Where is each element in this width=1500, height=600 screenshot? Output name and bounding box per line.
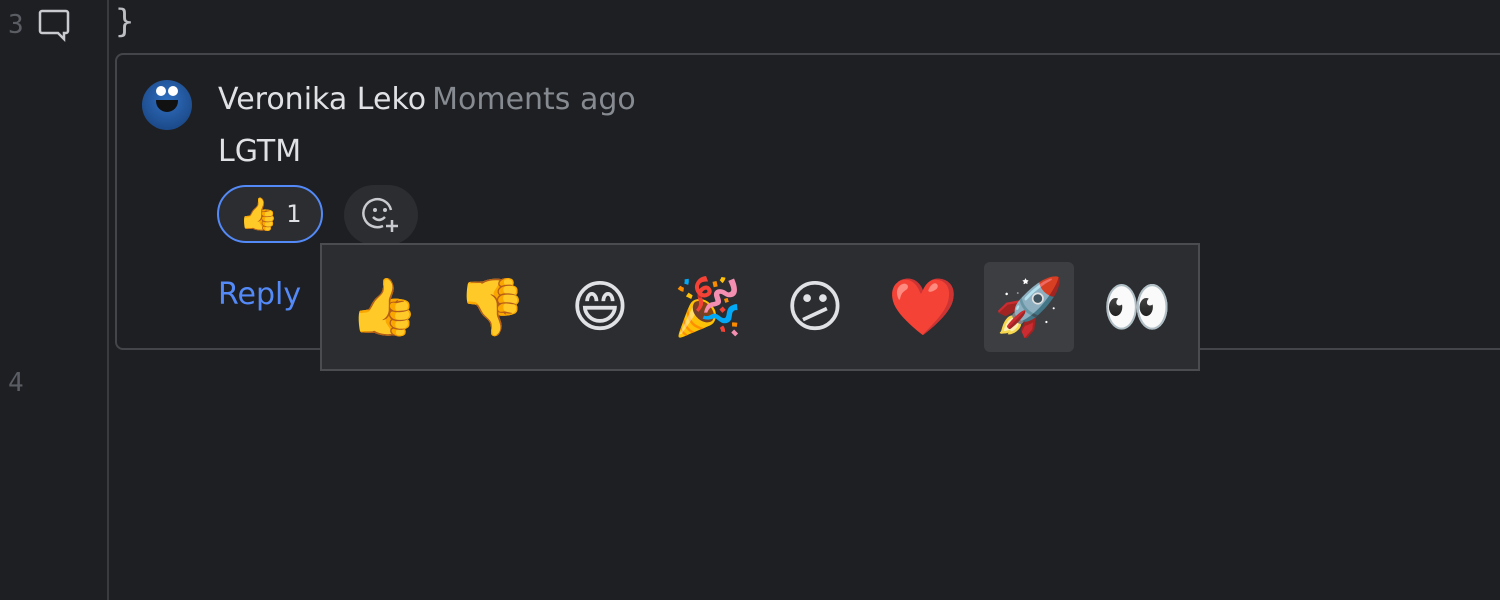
comment-icon[interactable] [38, 8, 70, 46]
comment-header: Veronika Leko Moments ago [218, 82, 636, 117]
reply-link[interactable]: Reply [218, 277, 301, 312]
avatar [142, 80, 192, 130]
author-name[interactable]: Veronika Leko [218, 82, 426, 117]
line-number: 3 [8, 10, 24, 40]
add-reaction-button[interactable] [344, 185, 418, 245]
emoji-smile[interactable]: 😄 [555, 262, 645, 352]
editor-gutter [0, 0, 109, 600]
emoji-thumbs-up[interactable]: 👍 [339, 262, 429, 352]
emoji-heart[interactable]: ❤️ [878, 262, 968, 352]
smiley-plus-icon [362, 197, 398, 232]
emoji-thumbs-down[interactable]: 👎 [447, 262, 537, 352]
reaction-thumbs-up[interactable]: 👍 1 [217, 185, 323, 243]
emoji-party-popper[interactable]: 🎉 [663, 262, 753, 352]
emoji-picker: 👍 👎 😄 🎉 😕 ❤️ 🚀 👀 [320, 243, 1200, 371]
emoji-confused[interactable]: 😕 [770, 262, 860, 352]
comment-body: LGTM [218, 134, 302, 169]
emoji-rocket[interactable]: 🚀 [984, 262, 1074, 352]
line-number: 4 [8, 368, 24, 398]
reaction-count: 1 [286, 200, 302, 228]
emoji-eyes[interactable]: 👀 [1092, 262, 1182, 352]
code-line: } [115, 2, 135, 40]
thumbs-up-icon: 👍 [238, 195, 279, 233]
timestamp: Moments ago [432, 82, 636, 117]
